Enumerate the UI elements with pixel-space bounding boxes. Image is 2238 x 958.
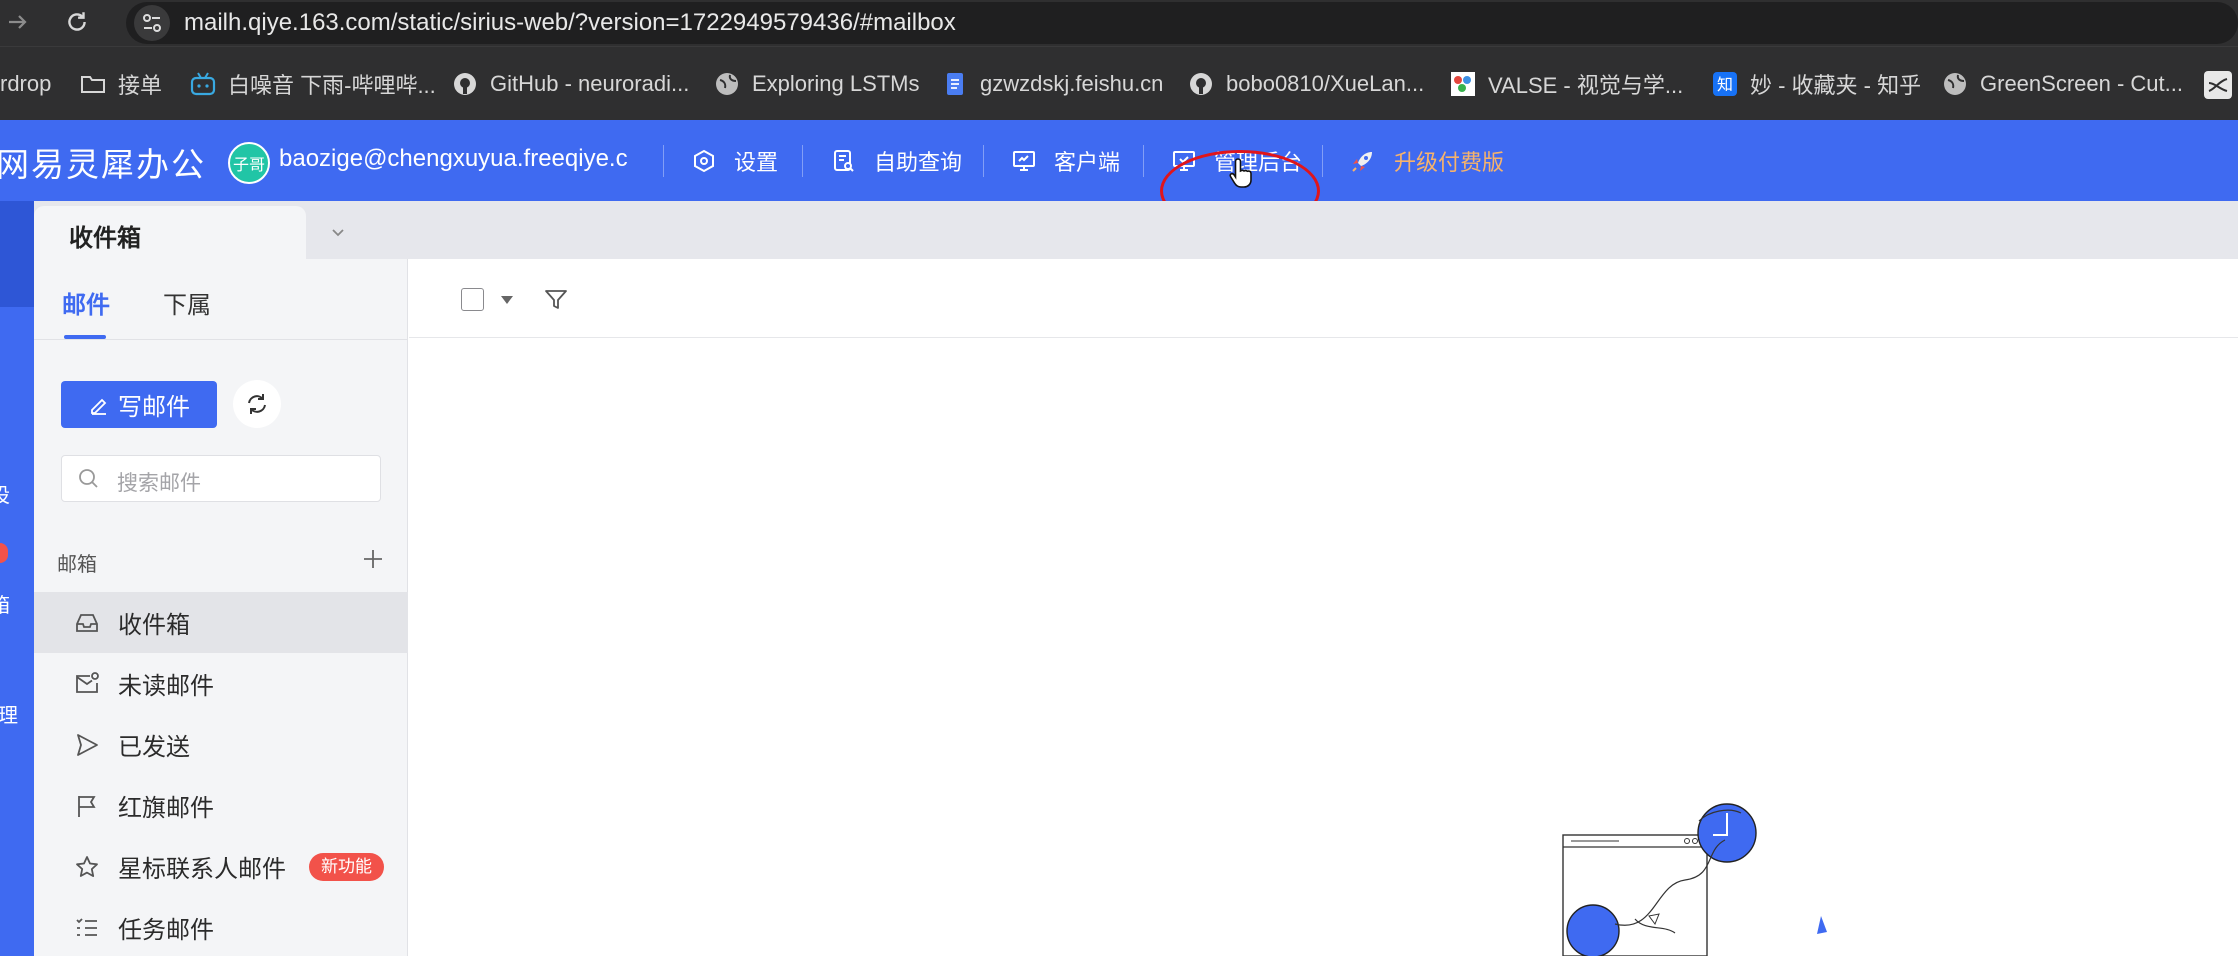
nav-self-query[interactable]: 自助查询 (832, 120, 962, 201)
bookmark-item[interactable]: gzwzdskj.feishu.cn (942, 47, 1163, 121)
folder-icon (80, 71, 106, 97)
extension-icon[interactable] (2204, 71, 2232, 99)
bookmark-item[interactable]: GitHub - neuroradi... (452, 47, 689, 121)
nav-client[interactable]: 客户端 (1012, 120, 1120, 201)
bookmark-item[interactable]: 知 妙 - 收藏夹 - 知乎 (1712, 47, 1921, 121)
folder-sent[interactable]: 已发送 (34, 714, 408, 775)
globe-icon (714, 71, 740, 97)
refresh-button[interactable] (233, 380, 281, 428)
svg-text:知: 知 (1717, 75, 1733, 94)
subtab-mail[interactable]: 邮件 (62, 285, 110, 320)
refresh-icon (244, 391, 270, 417)
strip-active-item[interactable] (0, 201, 34, 307)
account-email[interactable]: baozige@chengxuyua.freeqiye.c (279, 145, 637, 173)
add-folder-icon[interactable] (362, 548, 384, 570)
divider (409, 337, 2238, 338)
empty-state-illustration (1559, 799, 1879, 956)
left-nav-strip: 设 箱 理 (0, 201, 34, 956)
tab-inbox[interactable]: 收件箱 (34, 206, 306, 259)
search-input[interactable]: 搜索邮件 (61, 455, 381, 502)
bookmark-item[interactable]: 白噪音 下雨-哔哩哔... (190, 47, 436, 121)
folder-unread[interactable]: 未读邮件 (34, 653, 408, 714)
caret-down-icon[interactable] (500, 294, 514, 306)
folder-inbox[interactable]: 收件箱 (34, 592, 408, 653)
divider (34, 339, 408, 340)
url-text: mailh.qiye.163.com/static/sirius-web/?ve… (184, 9, 956, 36)
folder-flagged[interactable]: 红旗邮件 (34, 775, 408, 836)
settings-hex-icon (692, 149, 716, 173)
doc-icon (942, 71, 968, 97)
url-field[interactable]: mailh.qiye.163.com/static/sirius-web/?ve… (126, 2, 2238, 44)
star-icon (74, 854, 100, 880)
avatar[interactable]: 子哥 (228, 142, 270, 184)
compose-button[interactable]: 写邮件 (61, 381, 217, 428)
flag-icon (74, 793, 100, 819)
search-icon (78, 468, 100, 490)
send-icon (74, 732, 100, 758)
folder-starred-contacts[interactable]: 星标联系人邮件 新功能 (34, 836, 408, 897)
inbox-icon (74, 610, 100, 636)
valse-icon (1450, 71, 1476, 97)
divider (983, 145, 984, 177)
rocket-icon (1350, 148, 1376, 174)
nav-upgrade[interactable]: 升级付费版 (1350, 120, 1504, 201)
reload-icon[interactable] (64, 9, 90, 35)
subtab-subordinate[interactable]: 下属 (163, 285, 211, 320)
edit-pencil-icon (88, 394, 110, 416)
bilibili-icon (190, 71, 216, 97)
github-icon (1188, 71, 1214, 97)
bookmark-item[interactable]: VALSE - 视觉与学... (1450, 47, 1683, 121)
nav-settings[interactable]: 设置 (692, 120, 778, 201)
bookmarks-bar: rdrop 接单 白噪音 下雨-哔哩哔... GitHub - neurorad… (0, 46, 2238, 120)
unread-badge (0, 543, 8, 563)
bookmark-item[interactable]: rdrop (0, 47, 51, 121)
bookmark-item[interactable]: bobo0810/XueLan... (1188, 47, 1424, 121)
strip-label-fragment[interactable]: 理 (0, 699, 18, 728)
unread-mail-icon (74, 671, 100, 697)
divider (1322, 145, 1323, 177)
chevron-down-icon[interactable] (328, 222, 348, 242)
bookmark-item[interactable]: 接单 (80, 47, 162, 121)
divider (663, 145, 664, 177)
globe-icon (1942, 71, 1968, 97)
brand-logo-text: 网易灵犀办公 (0, 146, 206, 183)
select-all-checkbox[interactable] (461, 288, 484, 311)
hand-pointer-cursor-icon (1228, 156, 1258, 190)
new-feature-badge: 新功能 (309, 853, 384, 881)
github-icon (452, 71, 478, 97)
mailbox-section-title: 邮箱 (57, 554, 97, 576)
query-doc-icon (832, 149, 856, 173)
zhihu-icon: 知 (1712, 71, 1738, 97)
bookmark-item[interactable]: Exploring LSTMs (714, 47, 920, 121)
divider (1143, 145, 1144, 177)
forward-arrow-icon[interactable] (6, 10, 30, 34)
monitor-icon (1012, 149, 1036, 173)
filter-icon[interactable] (543, 287, 569, 313)
site-settings-icon[interactable] (134, 5, 170, 41)
browser-address-bar: mailh.qiye.163.com/static/sirius-web/?ve… (0, 0, 2238, 46)
folder-tasks[interactable]: 任务邮件 (34, 897, 408, 958)
divider (802, 145, 803, 177)
task-list-icon (74, 915, 100, 941)
mailbox-tab-bar (34, 201, 2238, 259)
mail-list-area (409, 259, 2238, 956)
strip-label-fragment[interactable]: 设 (0, 479, 10, 508)
strip-label-fragment[interactable]: 箱 (0, 589, 10, 618)
bookmark-item[interactable]: GreenScreen - Cut... (1942, 47, 2183, 121)
